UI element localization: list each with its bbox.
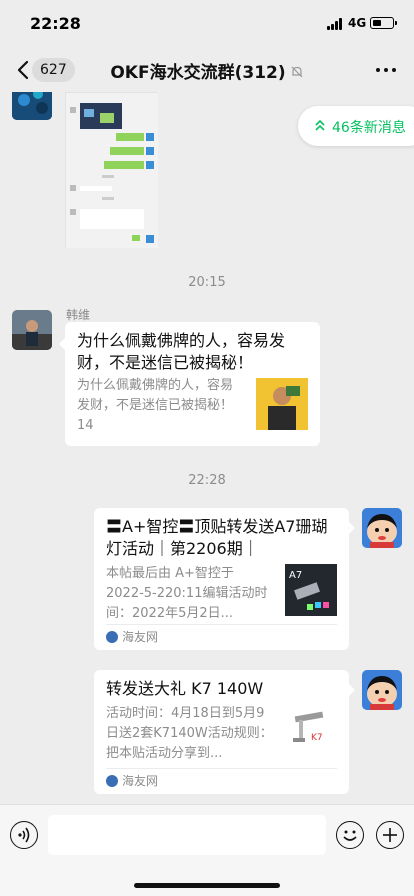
shared-screenshot-image[interactable]: [65, 92, 158, 248]
input-bar: [0, 804, 414, 896]
svg-text:A7: A7: [289, 570, 302, 581]
timestamp: 22:28: [188, 473, 226, 488]
link-card[interactable]: 为什么佩戴佛牌的人，容易发财，不是迷信已被揭秘！ 为什么佩戴佛牌的人，容易发财，…: [65, 322, 320, 446]
sender-avatar[interactable]: [12, 310, 52, 350]
sender-name: 韩维: [66, 308, 91, 322]
status-bar: 22:28 4G: [0, 0, 414, 48]
more-functions-button[interactable]: [376, 821, 404, 849]
home-indicator: [134, 883, 280, 888]
source-label: 海友网: [122, 774, 159, 788]
my-avatar[interactable]: [362, 670, 402, 710]
new-messages-label: 46条新消息: [332, 120, 406, 136]
card-title: 〓A+智控〓顶贴转发送A7珊瑚灯活动｜第2206期｜: [106, 517, 328, 558]
mute-icon: [291, 66, 303, 78]
card-source: 海友网: [106, 628, 158, 645]
timestamp: 20:15: [188, 275, 226, 290]
voice-icon: [18, 827, 30, 843]
card-thumbnail-image: [256, 378, 308, 430]
message-input[interactable]: [48, 815, 326, 855]
status-time: 22:28: [30, 14, 81, 33]
voice-input-button[interactable]: [10, 821, 38, 849]
card-divider: [106, 768, 337, 769]
bubble-tail: [349, 684, 355, 696]
svg-text:K7: K7: [311, 733, 323, 743]
card-title: 为什么佩戴佛牌的人，容易发财，不是迷信已被揭秘！: [77, 331, 286, 372]
card-source: 海友网: [106, 772, 158, 789]
source-logo-icon: [106, 775, 118, 787]
card-divider: [106, 624, 337, 625]
card-description: 活动时间：4月18日到5月9日送2套K7140W活动规则：把本贴活动分享到...: [106, 706, 273, 761]
plus-icon: [383, 828, 397, 842]
card-thumbnail-image: K7: [285, 704, 337, 756]
emoji-button[interactable]: [336, 821, 364, 849]
source-label: 海友网: [122, 630, 159, 644]
chat-title: OKF海水交流群(312): [110, 63, 286, 83]
link-card[interactable]: 〓A+智控〓顶贴转发送A7珊瑚灯活动｜第2206期｜ 本帖最后由 A+智控于 2…: [94, 508, 349, 650]
signal-icon: [327, 18, 345, 30]
double-chevron-up-icon: [315, 119, 325, 131]
card-title: 转发送大礼 K7 140W: [106, 679, 264, 698]
smile-icon: [343, 830, 357, 841]
avatar[interactable]: [12, 92, 52, 120]
battery-icon: [370, 17, 397, 29]
nav-bar: 627 OKF海水交流群(312): [0, 48, 414, 92]
source-logo-icon: [106, 631, 118, 643]
card-description: 本帖最后由 A+智控于 2022-5-220:11编辑活动时间：2022年5月2…: [106, 566, 268, 621]
link-card[interactable]: 转发送大礼 K7 140W 活动时间：4月18日到5月9日送2套K7140W活动…: [94, 670, 349, 794]
more-options-icon[interactable]: [376, 68, 396, 74]
bubble-tail: [349, 522, 355, 534]
card-thumbnail-image: A7: [285, 564, 337, 616]
new-messages-button[interactable]: 46条新消息: [298, 106, 414, 146]
network-label: 4G: [348, 16, 367, 30]
chat-title-wrap: OKF海水交流群(312): [0, 58, 414, 83]
my-avatar[interactable]: [362, 508, 402, 548]
chat-area[interactable]: 46条新消息 20:15 韩维 为什么佩戴佛牌的人，容易发财，不是迷信已被揭秘！…: [0, 92, 414, 804]
card-description: 为什么佩戴佛牌的人，容易发财，不是迷信已被揭秘！14: [77, 378, 234, 433]
